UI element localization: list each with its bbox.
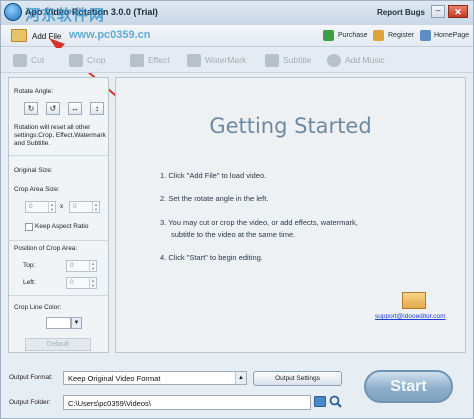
spin-arrows-icon[interactable]: ▲ ▼	[48, 202, 55, 212]
keep-aspect-ratio-label: Keep Aspect Ratio	[35, 223, 89, 230]
original-size-label: Original Size:	[14, 167, 53, 174]
position-section: Position of Crop Area: Top: 0 ▲ ▼ Left: 0 ▲…	[9, 242, 108, 296]
rotate-note: Rotation will reset all other settings:C…	[14, 124, 106, 147]
rotate-right-button[interactable]: ↻	[24, 102, 38, 115]
key-icon[interactable]	[373, 30, 384, 41]
output-folder-label: Output Folder:	[9, 399, 51, 406]
tool-cut[interactable]: Cut	[13, 52, 44, 69]
menu-strip: Add File www.pc0359.cn Purchase Register…	[1, 25, 473, 47]
home-icon[interactable]	[420, 30, 431, 41]
tool-row: Cut Crop Effect WaterMark Subtitle Add M…	[1, 48, 473, 73]
effect-icon	[130, 54, 144, 68]
tool-subtitle[interactable]: Subtitle	[265, 52, 311, 69]
subtitle-icon	[265, 54, 279, 68]
step-2: 2. Set the rotate angle in the left.	[160, 194, 269, 203]
crop-height-input[interactable]: 0 ▲ ▼	[69, 201, 100, 213]
watermark-icon	[187, 54, 201, 68]
chevron-down-icon[interactable]: ▲	[235, 372, 246, 384]
left-label: Left:	[23, 279, 36, 286]
title-bar: Apo Video Rotation 3.0.0 (Trial) 河东软件网 R…	[1, 1, 473, 25]
crop-width-value: 0	[29, 203, 33, 210]
crop-width-input[interactable]: 0 ▲ ▼	[25, 201, 56, 213]
crop-icon	[69, 54, 83, 68]
search-icon[interactable]	[329, 395, 342, 408]
tool-subtitle-label: Subtitle	[283, 55, 312, 65]
report-bugs-link[interactable]: Report Bugs	[377, 8, 425, 17]
music-icon	[327, 54, 341, 68]
tool-watermark-label: WaterMark	[205, 55, 247, 65]
spin-arrows-icon[interactable]: ▲ ▼	[89, 278, 96, 288]
output-settings-button[interactable]: Output Settings	[253, 371, 342, 386]
mail-icon	[402, 292, 426, 309]
spin-arrows-icon[interactable]: ▲ ▼	[89, 261, 96, 271]
step-3-continued: subtitle to the video at the same time.	[171, 230, 296, 239]
app-window: Apo Video Rotation 3.0.0 (Trial) 河东软件网 R…	[0, 0, 474, 419]
scissors-icon	[13, 54, 27, 68]
crop-line-color-label: Crop Line Color:	[14, 304, 62, 311]
tool-crop-label: Crop	[87, 55, 106, 65]
top-value: 0	[70, 262, 74, 269]
crop-area-size-label: Crop Area Size:	[14, 186, 60, 193]
output-format-value: Keep Original Video Format	[68, 374, 161, 383]
close-button[interactable]: ✕	[448, 5, 468, 18]
step-4: 4. Click "Start" to begin editing.	[160, 253, 263, 262]
minimize-button[interactable]: –	[431, 5, 445, 18]
flip-vertical-button[interactable]: ↕	[90, 102, 104, 115]
cart-icon[interactable]	[323, 30, 334, 41]
chevron-down-icon[interactable]: ▼	[71, 317, 82, 329]
homepage-link[interactable]: HomePage	[434, 32, 469, 39]
tool-add-music[interactable]: Add Music	[327, 52, 385, 69]
output-format-label: Output Format:	[9, 374, 53, 381]
output-folder-value: C:\Users\pc0359\Videos\	[68, 399, 151, 408]
rotate-angle-label: Rotate Angle:	[14, 88, 54, 95]
start-button[interactable]: Start	[364, 370, 453, 403]
purchase-link[interactable]: Purchase	[338, 32, 368, 39]
tool-watermark[interactable]: WaterMark	[187, 52, 246, 69]
step-3: 3. You may cut or crop the video, or add…	[160, 218, 358, 227]
crop-height-value: 0	[73, 203, 77, 210]
register-link[interactable]: Register	[388, 32, 414, 39]
page-title: Getting Started	[209, 114, 372, 138]
tool-effect-label: Effect	[148, 55, 170, 65]
folder-icon[interactable]	[314, 396, 326, 407]
tool-add-music-label: Add Music	[345, 55, 385, 65]
rotate-left-button[interactable]: ↺	[46, 102, 60, 115]
left-value: 0	[70, 279, 74, 286]
keep-aspect-ratio-checkbox[interactable]	[25, 223, 33, 231]
tool-cut-label: Cut	[31, 55, 45, 65]
getting-started-panel: Getting Started 1. Click "Add File" to l…	[115, 77, 466, 353]
size-section: Original Size: Crop Area Size: 0 ▲ ▼ x 0 ▲ ▼…	[9, 157, 108, 241]
default-button[interactable]: Default	[25, 338, 91, 351]
site-watermark-text: 河东软件网	[25, 6, 106, 24]
times-label: x	[60, 203, 64, 210]
output-format-select[interactable]: Keep Original Video Format ▲	[63, 371, 247, 385]
step-1: 1. Click "Add File" to load video.	[160, 171, 267, 180]
site-watermark-url: www.pc0359.cn	[69, 29, 151, 41]
add-file-button[interactable]: Add File	[32, 32, 61, 41]
settings-panel: Rotate Angle: ↻ ↺ ↔ ↕ Rotation will rese…	[8, 77, 109, 353]
tool-effect[interactable]: Effect	[130, 52, 170, 69]
tool-crop[interactable]: Crop	[69, 52, 105, 69]
support-email-link[interactable]: support@idooeditor.com	[375, 313, 446, 320]
position-crop-area-label: Position of Crop Area:	[14, 245, 78, 252]
output-folder-input[interactable]: C:\Users\pc0359\Videos\	[63, 395, 311, 410]
spin-arrows-icon[interactable]: ▲ ▼	[92, 202, 99, 212]
folder-add-icon[interactable]	[11, 29, 27, 42]
flip-horizontal-button[interactable]: ↔	[68, 102, 82, 115]
color-swatch[interactable]	[46, 317, 71, 329]
app-logo-icon	[4, 3, 22, 21]
top-input[interactable]: 0 ▲ ▼	[66, 260, 97, 272]
rotate-section: Rotate Angle: ↻ ↺ ↔ ↕ Rotation will rese…	[9, 78, 108, 156]
top-label: Top:	[23, 262, 36, 269]
left-input[interactable]: 0 ▲ ▼	[66, 277, 97, 289]
output-bar: Output Format: Keep Original Video Forma…	[1, 359, 473, 419]
